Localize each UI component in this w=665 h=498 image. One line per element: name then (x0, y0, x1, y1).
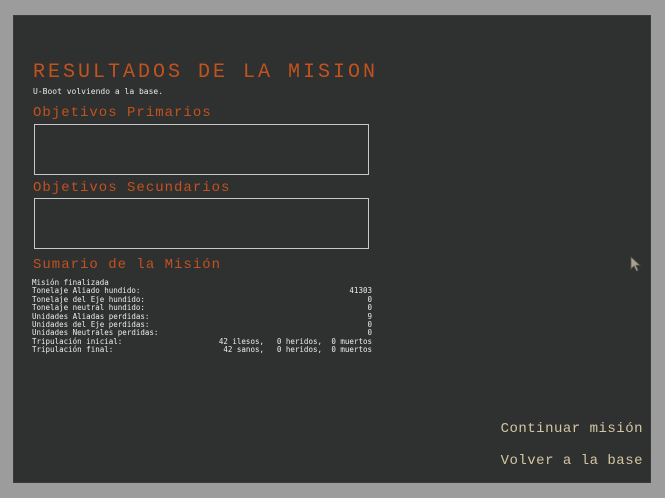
page-title: RESULTADOS DE LA MISION (33, 61, 379, 84)
continue-mission-button[interactable]: Continuar misión (501, 420, 643, 438)
primary-objectives-box (34, 124, 369, 175)
crew-final-dead: 0 muertos (331, 345, 372, 355)
crew-final-row: Tripulación final: 42 sanos, 0 heridos, … (32, 345, 372, 355)
crew-final-wounded: 0 heridos, (276, 345, 322, 355)
primary-objectives-heading: Objetivos Primarios (33, 105, 212, 121)
return-to-base-button[interactable]: Volver a la base (501, 452, 643, 470)
mission-status-subtitle: U-Boot volviendo a la base. (33, 87, 164, 96)
secondary-objectives-box (34, 198, 369, 249)
mission-summary-panel: Misión finalizada Tonelaje Aliado hundid… (32, 278, 372, 355)
crew-final-values: 42 sanos, 0 heridos, 0 muertos (202, 345, 372, 355)
mouse-pointer-icon (630, 256, 642, 272)
crew-final-label: Tripulación final: (32, 345, 114, 355)
mission-summary-heading: Sumario de la Misión (33, 257, 222, 273)
secondary-objectives-heading: Objetivos Secundarios (33, 180, 231, 196)
mission-results-screen: RESULTADOS DE LA MISION U-Boot volviendo… (13, 15, 651, 483)
crew-final-unharmed: 42 sanos, (223, 345, 264, 355)
